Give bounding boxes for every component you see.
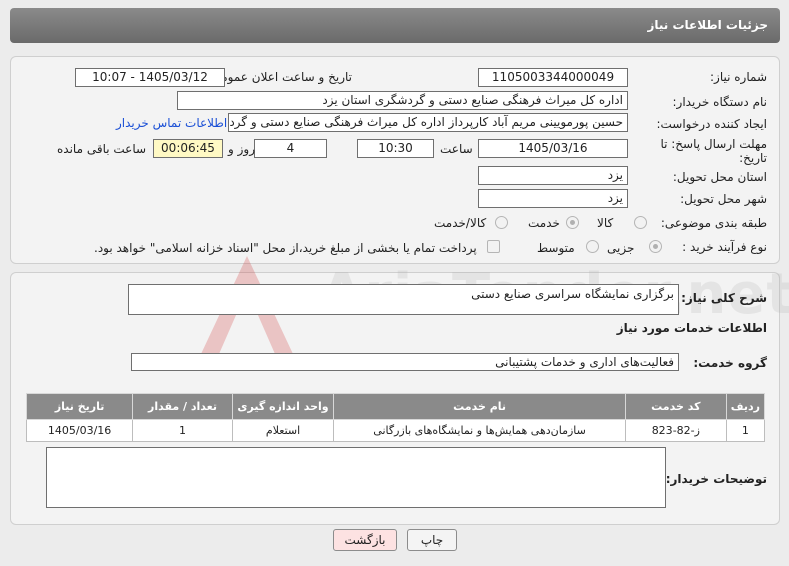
- remaining-time-field[interactable]: 00:06:45: [153, 139, 223, 158]
- province-label: استان محل تحویل:: [672, 170, 767, 184]
- cell-service-code: ز-82-823: [624, 419, 727, 442]
- services-title: اطلاعات خدمات مورد نیاز: [616, 321, 767, 335]
- need-number-label: شماره نیاز:: [710, 70, 767, 84]
- cell-need-date: 1405/03/16: [25, 419, 134, 442]
- category-label: طبقه بندی موضوعی:: [660, 216, 767, 230]
- category-service-radio[interactable]: [566, 216, 579, 229]
- deadline-time-field[interactable]: 10:30: [357, 139, 434, 158]
- city-field[interactable]: یزد: [478, 189, 628, 208]
- col-header-name: نام خدمت: [333, 393, 626, 420]
- category-goods-label: کالا: [597, 216, 614, 230]
- deadline-label: مهلت ارسال پاسخ: تا تاریخ:: [660, 137, 767, 165]
- remaining-label: ساعت باقی مانده: [57, 142, 147, 156]
- col-header-qty: تعداد / مقدار: [132, 393, 233, 420]
- col-header-code: کد خدمت: [624, 393, 727, 420]
- days-field[interactable]: 4: [254, 139, 327, 158]
- deadline-time-label: ساعت: [440, 142, 473, 156]
- col-header-unit: واحد اندازه گیری: [231, 393, 335, 420]
- back-button[interactable]: بازگشت: [333, 529, 397, 551]
- announce-label: تاریخ و ساعت اعلان عمومی:: [207, 70, 352, 84]
- summary-field[interactable]: برگزاری نمایشگاه سراسری صنایع دستی: [128, 284, 679, 315]
- category-both-label: کالا/خدمت: [434, 216, 487, 230]
- province-field[interactable]: یزد: [478, 166, 628, 185]
- days-label: روز و: [228, 142, 255, 156]
- service-group-field[interactable]: فعالیت‌های اداری و خدمات پشتیبانی: [131, 353, 679, 371]
- buyer-notes-field[interactable]: [46, 447, 666, 508]
- buyer-org-label: نام دستگاه خریدار:: [672, 95, 768, 109]
- creator-field[interactable]: حسین پورمویینی مریم آباد کارپرداز اداره …: [228, 113, 628, 132]
- buyer-notes-label: توضیحات خریدار:: [665, 472, 767, 486]
- service-group-label: گروه خدمت:: [693, 356, 767, 370]
- col-header-row: ردیف: [725, 393, 766, 420]
- category-both-radio[interactable]: [495, 216, 508, 229]
- city-label: شهر محل تحویل:: [680, 192, 767, 206]
- col-header-date: تاریخ نیاز: [25, 393, 134, 420]
- category-goods-radio[interactable]: [634, 216, 647, 229]
- category-service-label: خدمت: [528, 216, 560, 230]
- buyer-contact-link[interactable]: اطلاعات تماس خریدار: [116, 116, 227, 130]
- page-title: جزئیات اطلاعات نیاز: [647, 18, 768, 32]
- summary-label: شرح کلی نیاز:: [681, 291, 767, 305]
- services-table: ردیف کد خدمت نام خدمت واحد اندازه گیری ت…: [25, 393, 766, 442]
- cell-quantity: 1: [132, 419, 233, 442]
- print-button[interactable]: چاپ: [407, 529, 457, 551]
- buyer-org-field[interactable]: اداره کل میراث فرهنگی صنایع دستی و گردشگ…: [177, 91, 628, 110]
- header-bar: جزئیات اطلاعات نیاز: [10, 8, 780, 43]
- announce-datetime-field[interactable]: 1405/03/12 - 10:07: [75, 68, 225, 87]
- table-row[interactable]: 1 ز-82-823 سازمان‌دهی همایش‌ها و نمایشگا…: [25, 419, 766, 442]
- creator-label: ایجاد کننده درخواست:: [656, 117, 767, 131]
- need-number-field[interactable]: 1105003344000049: [478, 68, 628, 87]
- cell-row-number: 1: [725, 419, 766, 442]
- deadline-date-field[interactable]: 1405/03/16: [478, 139, 628, 158]
- cell-service-name: سازمان‌دهی همایش‌ها و نمایشگاه‌های بازرگ…: [333, 419, 626, 442]
- cell-unit: استعلام: [231, 419, 335, 442]
